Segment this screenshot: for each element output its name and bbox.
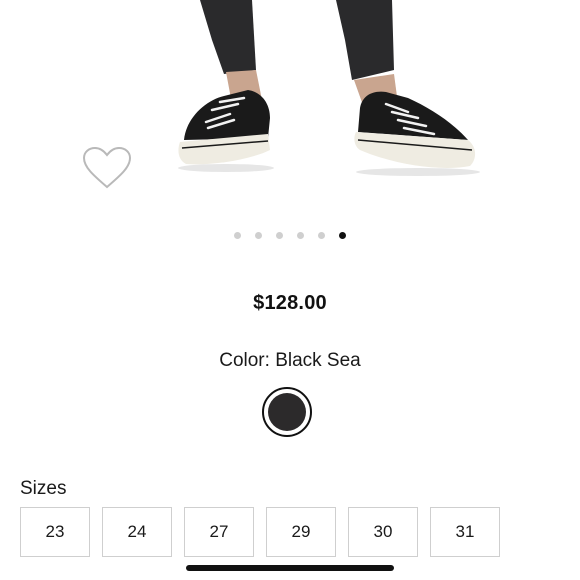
heart-outline-icon <box>81 145 133 196</box>
carousel-dot[interactable] <box>318 232 325 239</box>
color-swatch-selected[interactable] <box>262 387 312 437</box>
size-option[interactable]: 31 <box>430 507 500 557</box>
color-label: Color: Black Sea <box>219 350 361 371</box>
wishlist-button[interactable] <box>80 146 134 194</box>
size-option[interactable]: 23 <box>20 507 90 557</box>
size-options: 23 24 27 29 30 31 <box>20 507 500 557</box>
image-carousel-dots <box>0 232 580 239</box>
carousel-dot-active[interactable] <box>339 232 346 239</box>
size-option[interactable]: 27 <box>184 507 254 557</box>
carousel-dot[interactable] <box>276 232 283 239</box>
carousel-dot[interactable] <box>255 232 262 239</box>
swatch-fill <box>268 393 306 431</box>
carousel-dot[interactable] <box>234 232 241 239</box>
size-option[interactable]: 30 <box>348 507 418 557</box>
home-indicator[interactable] <box>186 565 394 571</box>
sizes-label: Sizes <box>20 478 67 499</box>
size-option[interactable]: 24 <box>102 507 172 557</box>
carousel-dot[interactable] <box>297 232 304 239</box>
product-price: $128.00 <box>253 292 327 314</box>
size-option[interactable]: 29 <box>266 507 336 557</box>
